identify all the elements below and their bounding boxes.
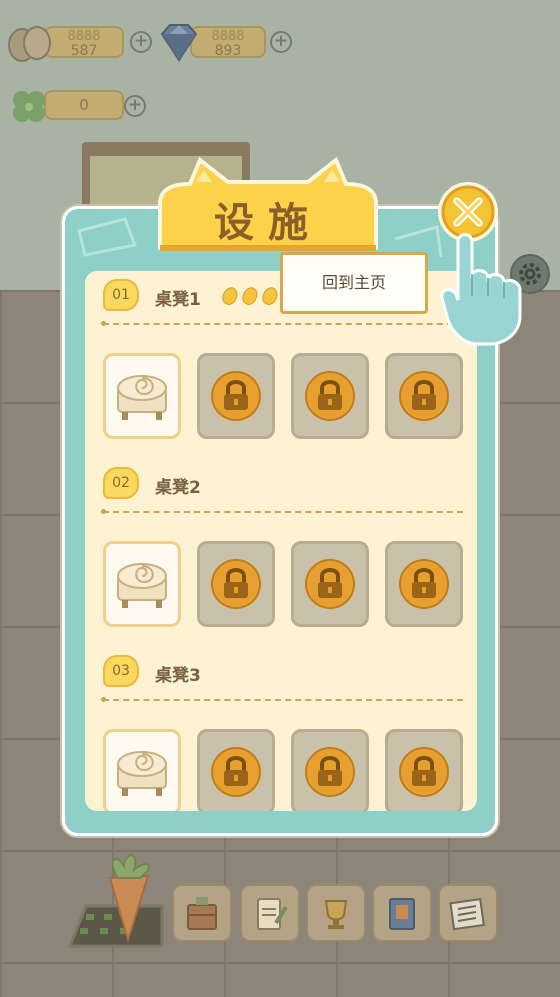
lock-icon	[399, 371, 449, 421]
section-items	[103, 729, 463, 811]
carrot-icon	[67, 854, 164, 948]
toolbar-cabinet-button[interactable]	[172, 884, 232, 942]
newspaper-icon	[449, 898, 485, 931]
locked-item[interactable]	[291, 541, 369, 627]
toolbar-newspaper-button[interactable]	[438, 884, 498, 942]
section-number-badge: 01	[103, 279, 139, 311]
locked-item[interactable]	[385, 729, 463, 811]
section-number-badge: 02	[103, 467, 139, 499]
locked-item[interactable]	[197, 729, 275, 811]
add-clover-button[interactable]: +	[124, 95, 146, 117]
locked-item[interactable]	[197, 353, 275, 439]
locked-item[interactable]	[197, 541, 275, 627]
stool-item-unlocked[interactable]	[103, 541, 181, 627]
add-eggs-button[interactable]: +	[130, 31, 152, 53]
clipboard-icon	[257, 898, 288, 930]
seed-icon	[219, 284, 241, 308]
egg-counter-pill: 8888 587	[44, 26, 124, 58]
cabinet-icon	[187, 897, 217, 930]
book-icon	[389, 898, 415, 930]
section-number-badge: 03	[103, 655, 139, 687]
section-divider	[101, 509, 463, 514]
tutorial-hand-pointer	[436, 212, 532, 352]
lock-icon	[399, 559, 449, 609]
clover-icon	[6, 86, 52, 128]
toolbar-book-button[interactable]	[372, 884, 432, 942]
section-divider	[101, 697, 463, 702]
stool-icon	[117, 375, 167, 420]
locked-item[interactable]	[291, 353, 369, 439]
seed-icon	[259, 284, 281, 308]
stool-item-unlocked[interactable]	[103, 353, 181, 439]
clover-counter: 0 +	[6, 86, 152, 126]
gem-icon	[156, 22, 202, 64]
lock-icon	[211, 559, 261, 609]
egg-counter-ghost: 8888	[67, 29, 101, 44]
clover-counter-value: 0	[79, 96, 89, 114]
egg-counter: 8888 587 +	[6, 22, 152, 62]
gem-counter-value: 893	[214, 43, 242, 59]
locked-item[interactable]	[385, 353, 463, 439]
panel-title: 设施	[214, 199, 322, 246]
home-tooltip[interactable]: 回到主页	[280, 252, 428, 314]
add-gems-button[interactable]: +	[270, 31, 292, 53]
lock-icon	[305, 559, 355, 609]
locked-item[interactable]	[291, 729, 369, 811]
section-items	[103, 353, 463, 439]
toolbar-trophy-button[interactable]	[306, 884, 366, 942]
egg-counter-value: 587	[70, 43, 98, 59]
lock-icon	[211, 371, 261, 421]
section-title: 桌凳1	[155, 290, 201, 310]
toolbar-clipboard-button[interactable]	[240, 884, 300, 942]
section-title: 桌凳3	[155, 666, 201, 686]
locked-item[interactable]	[385, 541, 463, 627]
egg-icon	[6, 22, 52, 64]
facility-section: 03 桌凳3	[85, 647, 477, 811]
section-items	[103, 541, 463, 627]
lock-icon	[305, 747, 355, 797]
lock-icon	[211, 747, 261, 797]
gem-counter-ghost: 8888	[211, 29, 245, 44]
clover-counter-pill: 0	[44, 90, 124, 120]
stool-item-unlocked[interactable]	[103, 729, 181, 811]
facility-section: 02 桌凳2	[85, 459, 477, 647]
trophy-icon	[324, 900, 348, 929]
stool-icon	[117, 751, 167, 796]
carrot-field-button[interactable]	[66, 848, 168, 952]
gem-counter: 8888 893 +	[156, 22, 296, 62]
hand-pointer-icon	[440, 233, 522, 346]
facilities-scroll: 01 桌凳1 02 桌凳2 03 桌凳3	[85, 271, 477, 811]
section-title: 桌凳2	[155, 478, 201, 498]
lock-icon	[399, 747, 449, 797]
section-divider	[101, 321, 463, 326]
panel-title-banner: 设施	[150, 152, 386, 256]
seed-indicator	[219, 284, 281, 308]
facilities-list[interactable]: 01 桌凳1 02 桌凳2 03 桌凳3	[85, 271, 477, 811]
lock-icon	[305, 371, 355, 421]
stool-icon	[117, 563, 167, 608]
seed-icon	[239, 284, 261, 308]
